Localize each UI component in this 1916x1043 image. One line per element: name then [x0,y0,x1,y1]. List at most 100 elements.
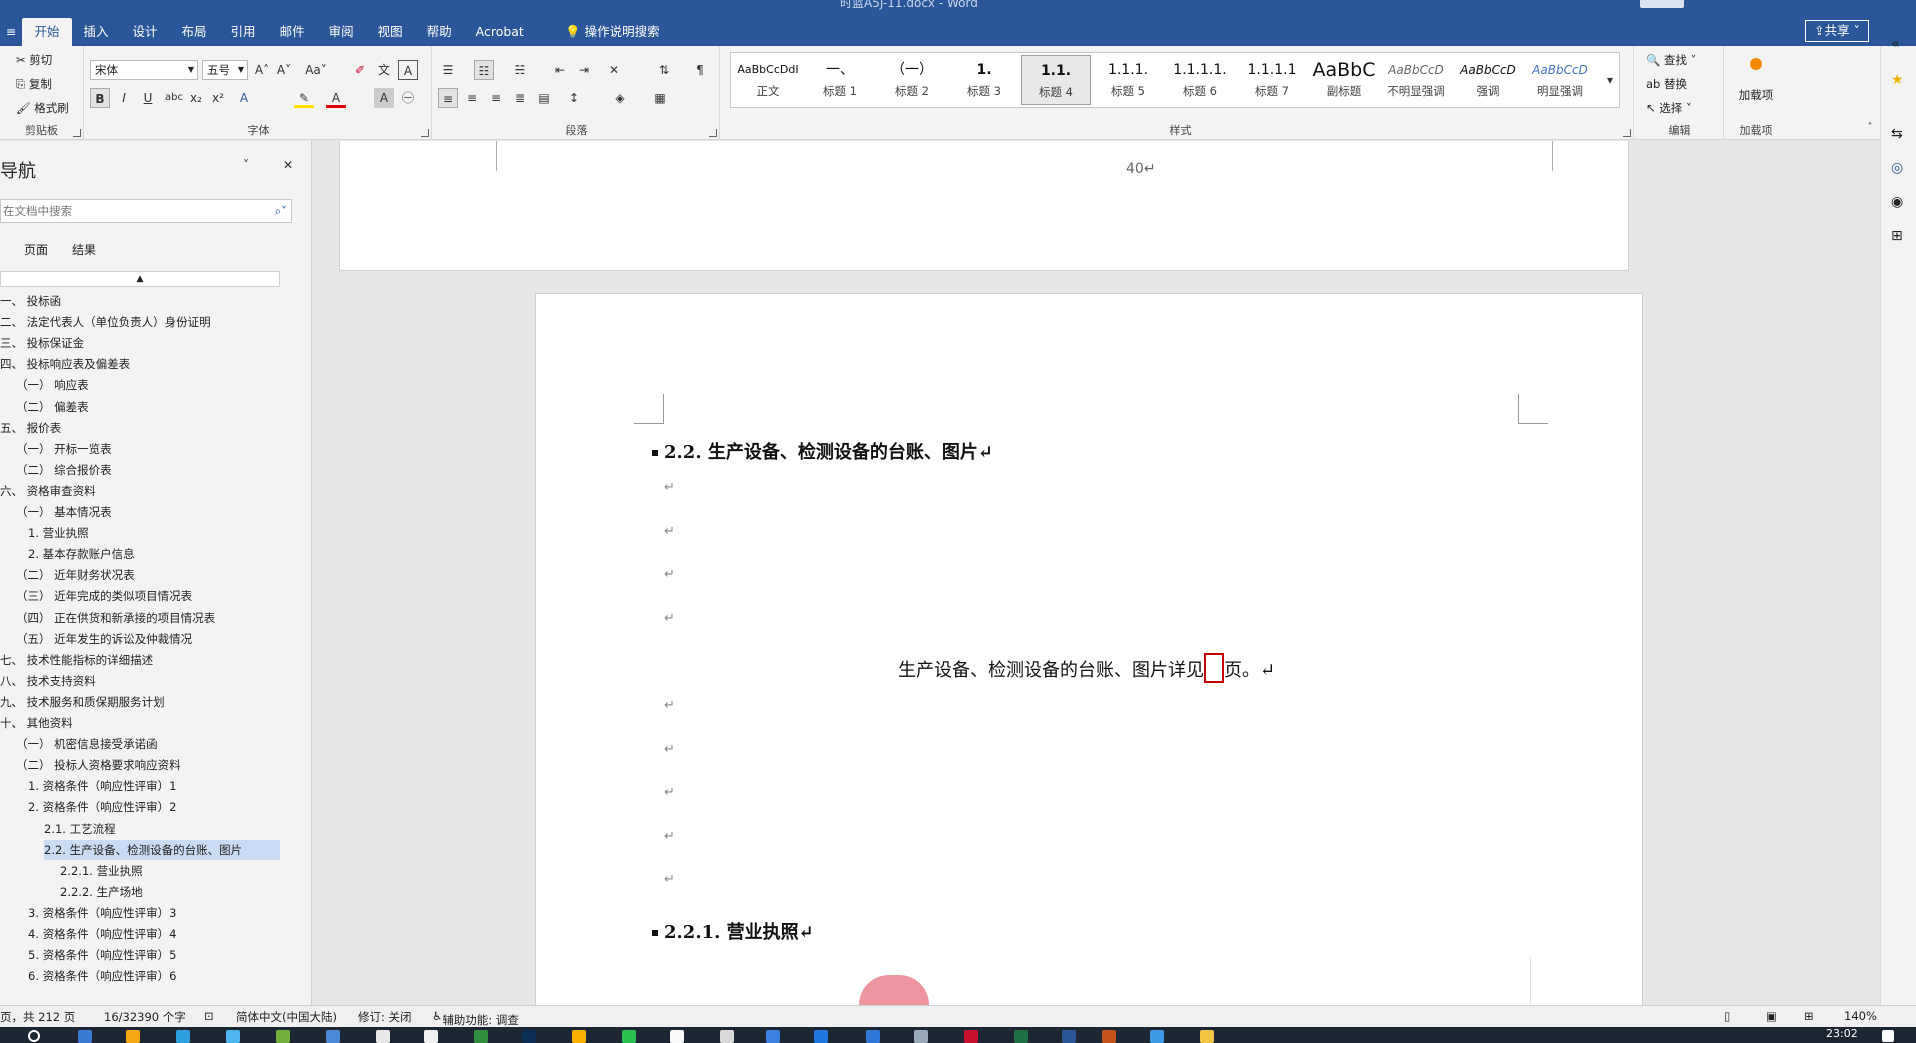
nav-item[interactable]: 八、 技术支持资料 [0,671,96,691]
nav-item[interactable]: （一） 基本情况表 [16,502,112,522]
collapse-all-icon[interactable]: ▲ [0,271,280,287]
sort-icon[interactable]: ⇅ [654,60,674,80]
expand-icon[interactable]: « [1891,36,1900,52]
excel-icon[interactable] [1014,1030,1028,1043]
addins-button[interactable]: 加载项 [1738,88,1774,102]
taskbar-clock[interactable]: 23:02 [1826,1027,1858,1040]
web-layout-icon[interactable]: ⊞ [1804,1009,1814,1023]
search-icon[interactable]: ◎ [1891,160,1903,176]
tab-acrobat[interactable]: Acrobat [464,18,536,46]
shading-icon[interactable]: ◈ [610,88,630,108]
nav-item[interactable]: 4. 资格条件（响应性评审）4 [28,924,176,944]
styles-launcher[interactable] [1623,129,1631,137]
nav-search-input[interactable]: 在文档中搜索 ⌕˅ [0,199,292,223]
acrobat-icon[interactable] [964,1030,978,1043]
nav-item[interactable]: （一） 开标一览表 [16,439,112,459]
nav-item[interactable]: 二、 法定代表人（单位负责人）身份证明 [0,312,211,332]
addins-icon[interactable] [1750,58,1762,70]
tab-references[interactable]: 引用 [219,18,268,46]
nav-item[interactable]: （五） 近年发生的诉讼及仲裁情况 [16,629,192,649]
app-icon[interactable] [326,1030,340,1043]
nav-item[interactable]: （一） 机密信息接受承诺函 [16,734,158,754]
qq-icon[interactable] [670,1030,684,1043]
nav-tab-results[interactable]: 结果 [72,241,96,258]
nav-item[interactable]: 五、 报价表 [0,418,61,438]
font-size-select[interactable]: 五号 ▼ [202,60,248,80]
nav-tab-pages[interactable]: 页面 [24,241,48,258]
multilevel-list-icon[interactable]: ☵ [510,60,530,80]
clipboard-launcher[interactable] [73,129,81,137]
app-icon[interactable] [126,1030,140,1043]
superscript-icon[interactable]: x² [208,88,228,108]
wechat-icon[interactable] [622,1030,636,1043]
chevron-down-icon[interactable]: ˅ [236,155,256,175]
app-icon[interactable] [572,1030,586,1043]
nav-item[interactable]: 2.1. 工艺流程 [44,819,116,839]
nav-item[interactable]: 三、 投标保证金 [0,333,84,353]
share-button[interactable]: ⇪共享 ˅ [1805,20,1869,42]
app-icon[interactable] [376,1030,390,1043]
char-shading-icon[interactable]: A [374,88,394,108]
char-border-icon[interactable]: A [398,60,418,80]
nav-item[interactable]: 6. 资格条件（响应性评审）6 [28,966,176,986]
nav-item[interactable]: 2.2.2. 生产场地 [60,882,143,902]
grow-font-icon[interactable]: A˄ [252,60,272,80]
underline-icon[interactable]: U [138,88,158,108]
tab-layout[interactable]: 布局 [170,18,219,46]
font-color-icon[interactable]: A [326,88,346,108]
shrink-font-icon[interactable]: A˅ [274,60,294,80]
clear-format-icon[interactable]: ✐ [350,60,370,80]
app-icon[interactable] [914,1030,928,1043]
show-marks-icon[interactable]: ¶ [690,60,710,80]
format-painter-button[interactable]: 🖌 格式刷 [16,100,69,116]
nav-item[interactable]: 四、 投标响应表及偏差表 [0,354,130,374]
enclose-char-icon[interactable]: ㊀ [398,88,418,108]
tab-review[interactable]: 审阅 [317,18,366,46]
select-button[interactable]: ↖ 选择 ˅ [1646,100,1692,116]
app-icon[interactable] [474,1030,488,1043]
nav-item[interactable]: 1. 营业执照 [28,523,89,543]
nav-item[interactable]: （二） 偏差表 [16,397,89,417]
folder-icon[interactable] [1200,1030,1214,1043]
page-count[interactable]: 页，共 212 页 [0,1009,75,1025]
highlight-icon[interactable]: ✎ [294,88,314,108]
text-effects-icon[interactable]: A [234,88,254,108]
file-icon[interactable] [424,1030,438,1043]
increase-indent-icon[interactable]: ⇥ [574,60,594,80]
print-layout-icon[interactable]: ▣ [1766,1009,1777,1023]
subscript-icon[interactable]: x₂ [186,88,206,108]
nav-item[interactable]: 2. 基本存款账户信息 [28,544,135,564]
font-launcher[interactable] [421,129,429,137]
tab-help[interactable]: 帮助 [415,18,464,46]
tab-design[interactable]: 设计 [121,18,170,46]
app-icon[interactable] [276,1030,290,1043]
font-name-select[interactable]: 宋体 ▼ [90,60,198,80]
document-page[interactable]: 2.2. 生产设备、检测设备的台账、图片↵ ↵ ↵ ↵ ↵ 生产设备、检测设备的… [535,293,1643,1005]
body-paragraph[interactable]: 生产设备、检测设备的台账、图片详见 页。↵ [898,653,1275,683]
heading-2-2[interactable]: 2.2. 生产设备、检测设备的台账、图片↵ [652,438,993,464]
justify-icon[interactable]: ≣ [510,88,530,108]
nav-item[interactable]: 3. 资格条件（响应性评审）3 [28,903,176,923]
word-count[interactable]: 16/32390 个字 [104,1009,186,1025]
login-button[interactable] [1640,0,1684,8]
photoshop-icon[interactable] [522,1030,536,1043]
tab-insert[interactable]: 插入 [72,18,121,46]
tab-mailings[interactable]: 邮件 [268,18,317,46]
zoom-level[interactable]: 140% [1844,1009,1877,1023]
windows-icon[interactable] [1882,1030,1894,1042]
nav-item[interactable]: 七、 技术性能指标的详细描述 [0,650,153,670]
accessibility-status[interactable]: ♿ 辅助功能: 调查 [432,1009,519,1027]
heading-2-2-1[interactable]: 2.2.1. 营业执照↵ [652,918,814,944]
strikethrough-icon[interactable]: abc [164,88,184,108]
numbering-icon[interactable]: ☷ [474,60,494,80]
tab-home[interactable]: 开始 [22,18,72,46]
nav-item[interactable]: 2. 资格条件（响应性评审）2 [28,797,176,817]
settings-icon[interactable]: ⇆ [1891,126,1903,142]
browser-icon[interactable] [766,1030,780,1043]
tab-view[interactable]: 视图 [366,18,415,46]
nav-item[interactable]: 1. 资格条件（响应性评审）1 [28,776,176,796]
align-right-icon[interactable]: ≡ [486,88,506,108]
nav-item[interactable]: 2.2. 生产设备、检测设备的台账、图片 [44,839,280,860]
browser-icon[interactable] [814,1030,828,1043]
collapse-ribbon-icon[interactable]: ˄ [1860,118,1880,138]
